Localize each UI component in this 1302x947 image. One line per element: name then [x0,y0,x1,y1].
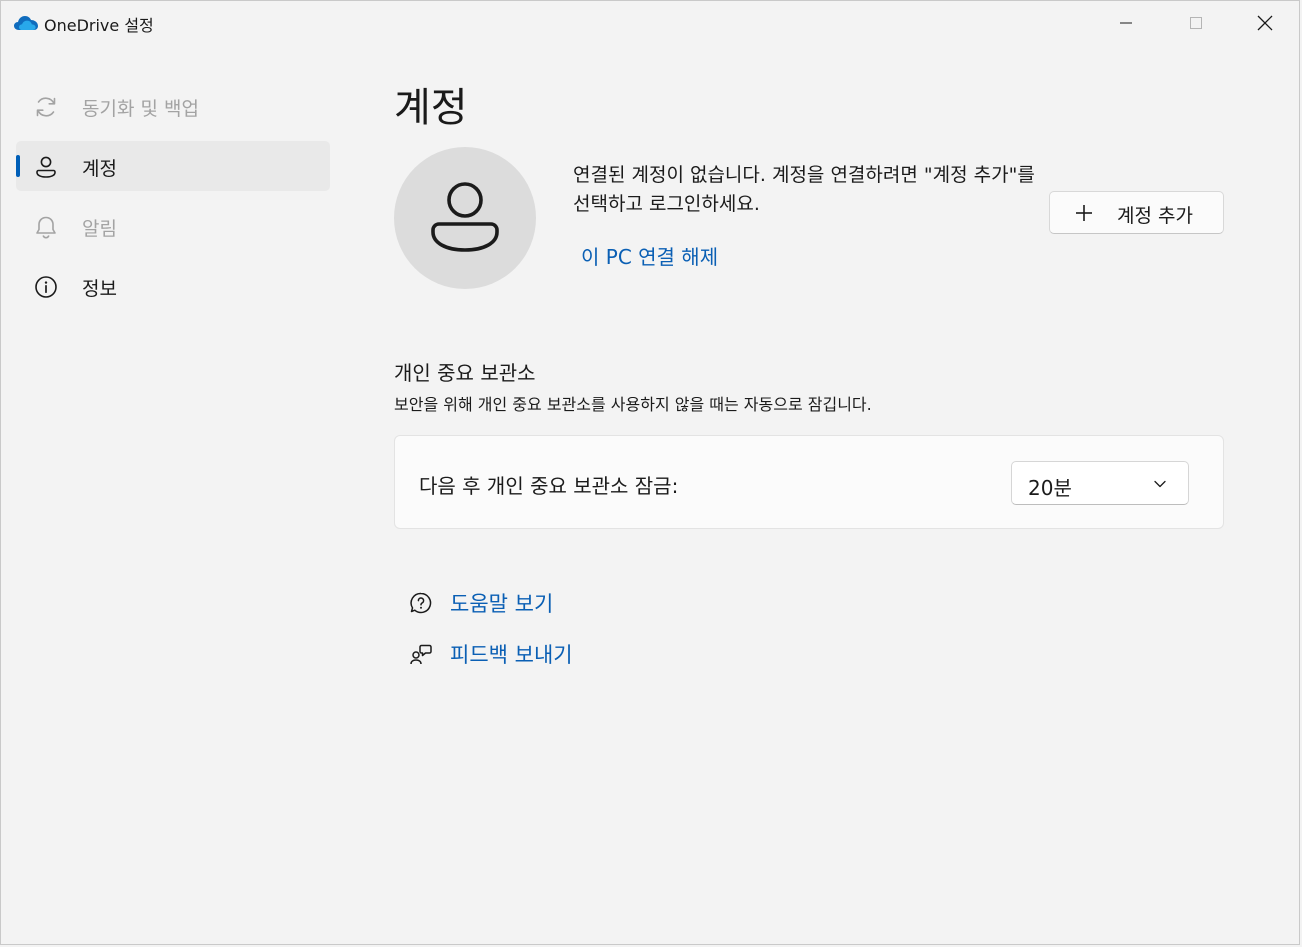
minimize-button[interactable] [1091,1,1161,45]
unlink-pc-link[interactable]: 이 PC 연결 해제 [581,241,718,270]
maximize-icon [1190,17,1202,29]
sidebar-item-notifications[interactable]: 알림 [16,201,330,251]
help-question-icon [410,592,432,614]
avatar [394,147,536,289]
sidebar-item-label: 알림 [82,218,117,240]
sidebar-item-label: 동기화 및 백업 [82,98,199,120]
onedrive-cloud-icon [14,16,38,30]
get-help-label: 도움말 보기 [450,592,554,616]
vault-lock-card: 다음 후 개인 중요 보관소 잠금: 20분 [394,435,1224,529]
feedback-icon [410,644,432,665]
personal-vault-heading: 개인 중요 보관소 [394,361,536,385]
sidebar-item-label: 계정 [82,158,117,180]
maximize-button[interactable] [1161,1,1231,45]
sidebar-item-sync-backup[interactable]: 동기화 및 백업 [16,81,330,131]
title-bar: OneDrive 설정 [1,1,1299,45]
add-account-button[interactable]: 계정 추가 [1049,191,1224,234]
vault-lock-label: 다음 후 개인 중요 보관소 잠금: [419,474,679,498]
sync-icon [36,97,56,117]
dropdown-value: 20분 [1028,476,1072,500]
info-icon [35,276,57,298]
person-icon [36,156,56,178]
bell-icon [36,216,56,239]
sidebar-item-account[interactable]: 계정 [16,141,330,191]
chevron-down-icon [1154,480,1166,488]
page-title: 계정 [394,85,468,131]
sidebar-item-about[interactable]: 정보 [16,261,330,311]
personal-vault-description: 보안을 위해 개인 중요 보관소를 사용하지 않을 때는 자동으로 잠깁니다. [394,395,872,414]
add-account-label: 계정 추가 [1117,205,1193,227]
no-account-message: 연결된 계정이 없습니다. 계정을 연결하려면 "계정 추가"를 선택하고 로그… [573,164,1035,215]
minimize-icon [1120,22,1132,24]
send-feedback-label: 피드백 보내기 [450,643,573,667]
selection-indicator [16,155,20,177]
close-icon [1257,15,1273,31]
window-title: OneDrive 설정 [44,16,154,35]
sidebar-item-label: 정보 [82,278,117,300]
plus-icon [1076,205,1092,221]
close-button[interactable] [1230,1,1299,45]
onedrive-settings-window: OneDrive 설정 동기화 및 백업 계정 알림 정보 계정 연결된 계정이… [0,0,1300,945]
vault-lock-time-dropdown[interactable]: 20분 [1011,461,1189,505]
person-icon [431,182,499,252]
